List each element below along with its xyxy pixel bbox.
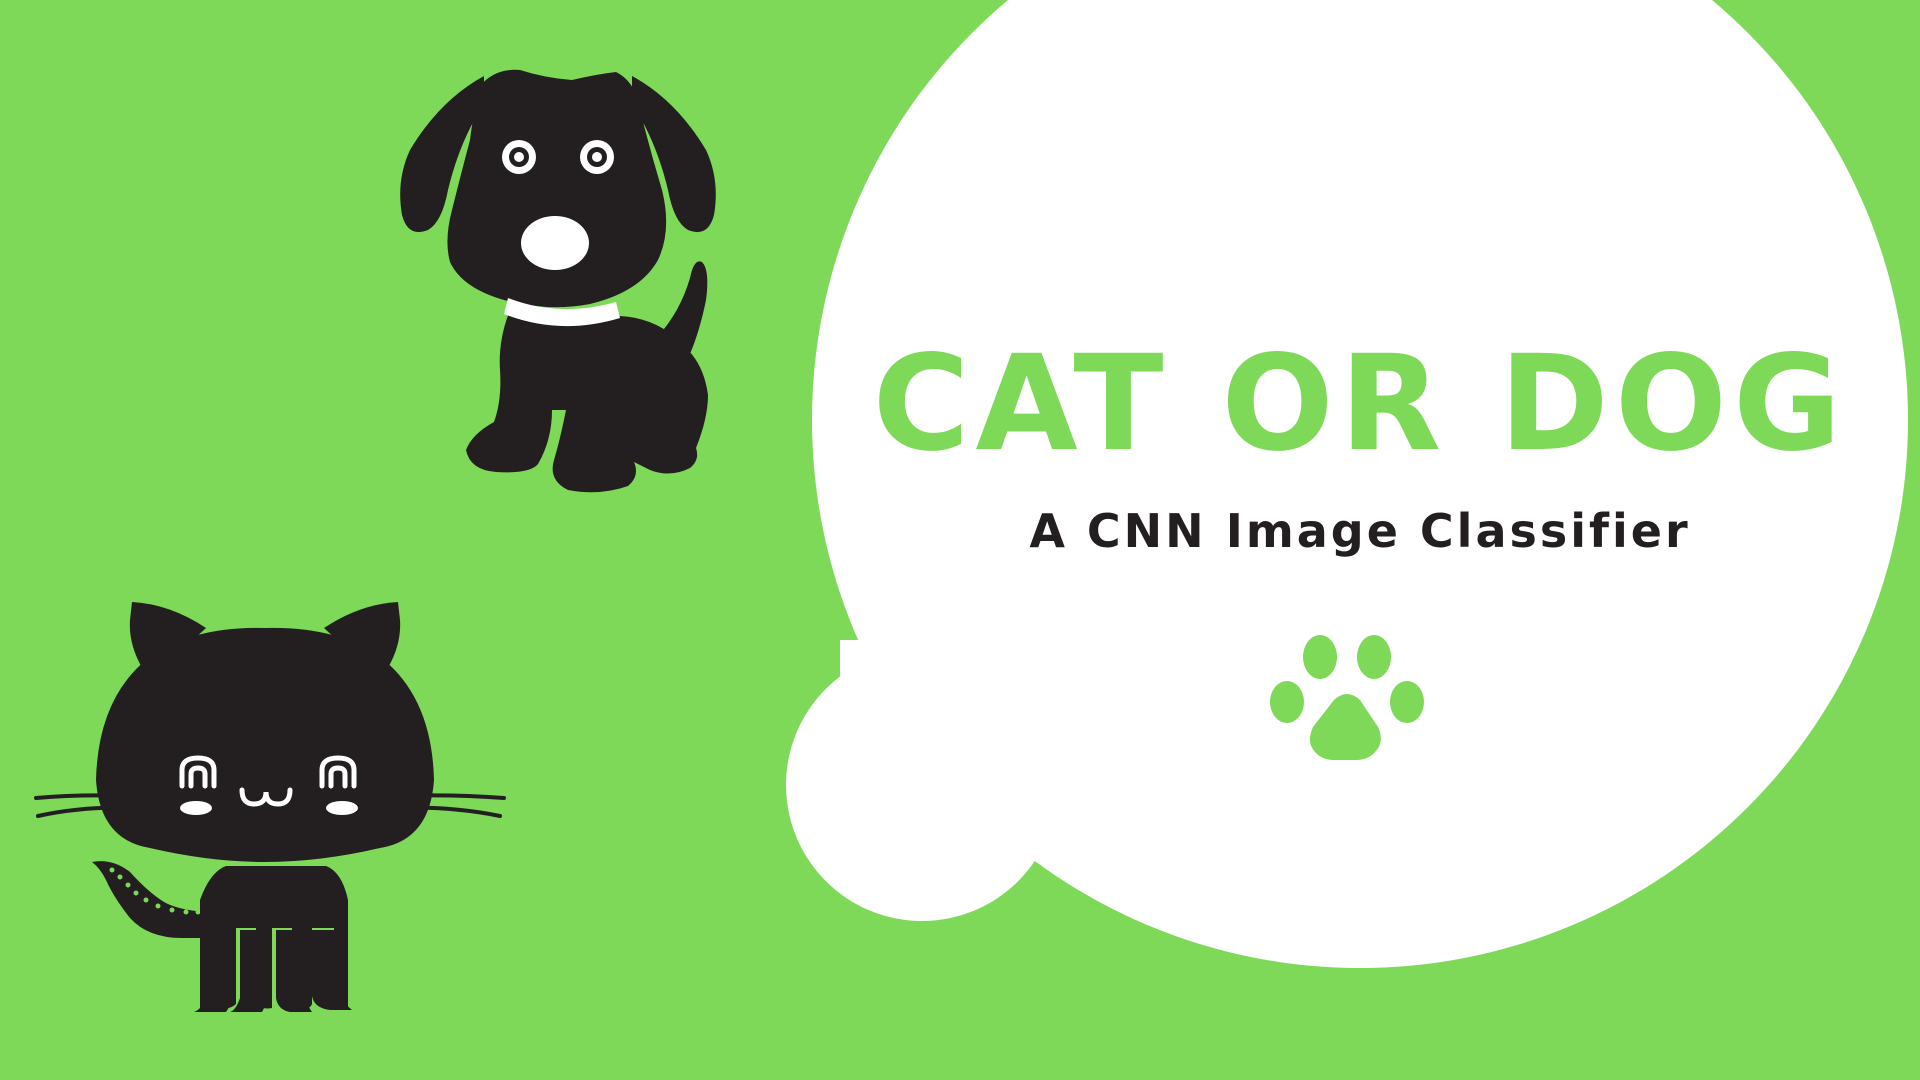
slide-title: CAT OR DOG <box>872 327 1848 481</box>
dog-illustration <box>400 69 716 493</box>
slide-subtitle: A CNN Image Classifier <box>1029 504 1691 558</box>
cat-illustration <box>34 602 506 1012</box>
title-block: CAT OR DOG A CNN Image Classifier <box>860 338 1860 558</box>
